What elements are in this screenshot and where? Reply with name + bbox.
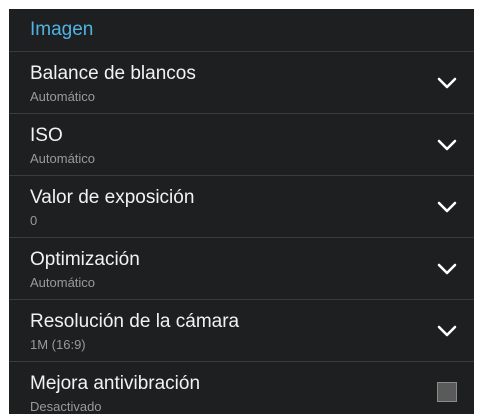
setting-row-white-balance[interactable]: Balance de blancos Automático bbox=[9, 52, 474, 114]
setting-label: Optimización bbox=[30, 249, 140, 270]
setting-label: Resolución de la cámara bbox=[30, 311, 240, 332]
setting-value: 1M (16:9) bbox=[30, 337, 86, 352]
setting-value: 0 bbox=[30, 213, 38, 228]
section-title: Imagen bbox=[30, 19, 94, 40]
chevron-down-icon[interactable] bbox=[436, 258, 458, 280]
setting-row-camera-resolution[interactable]: Resolución de la cámara 1M (16:9) bbox=[9, 300, 474, 362]
image-settings-panel: Imagen Balance de blancos Automático ISO… bbox=[9, 9, 474, 414]
chevron-down-icon[interactable] bbox=[436, 196, 458, 218]
setting-value: Automático bbox=[30, 275, 96, 290]
setting-row-exposure[interactable]: Valor de exposición 0 bbox=[9, 176, 474, 238]
setting-label: Mejora antivibración bbox=[30, 373, 201, 394]
setting-label: ISO bbox=[30, 125, 63, 146]
anti-shake-checkbox[interactable] bbox=[437, 382, 457, 402]
setting-label: Valor de exposición bbox=[30, 187, 195, 208]
chevron-down-icon[interactable] bbox=[436, 134, 458, 156]
setting-row-optimization[interactable]: Optimización Automático bbox=[9, 238, 474, 300]
setting-row-anti-shake[interactable]: Mejora antivibración Desactivado bbox=[9, 362, 474, 414]
setting-value: Automático bbox=[30, 89, 96, 104]
setting-value: Automático bbox=[30, 151, 96, 166]
setting-row-iso[interactable]: ISO Automático bbox=[9, 114, 474, 176]
section-header: Imagen bbox=[9, 9, 474, 52]
setting-value: Desactivado bbox=[30, 399, 102, 414]
chevron-down-icon[interactable] bbox=[436, 320, 458, 342]
chevron-down-icon[interactable] bbox=[436, 72, 458, 94]
setting-label: Balance de blancos bbox=[30, 63, 196, 84]
